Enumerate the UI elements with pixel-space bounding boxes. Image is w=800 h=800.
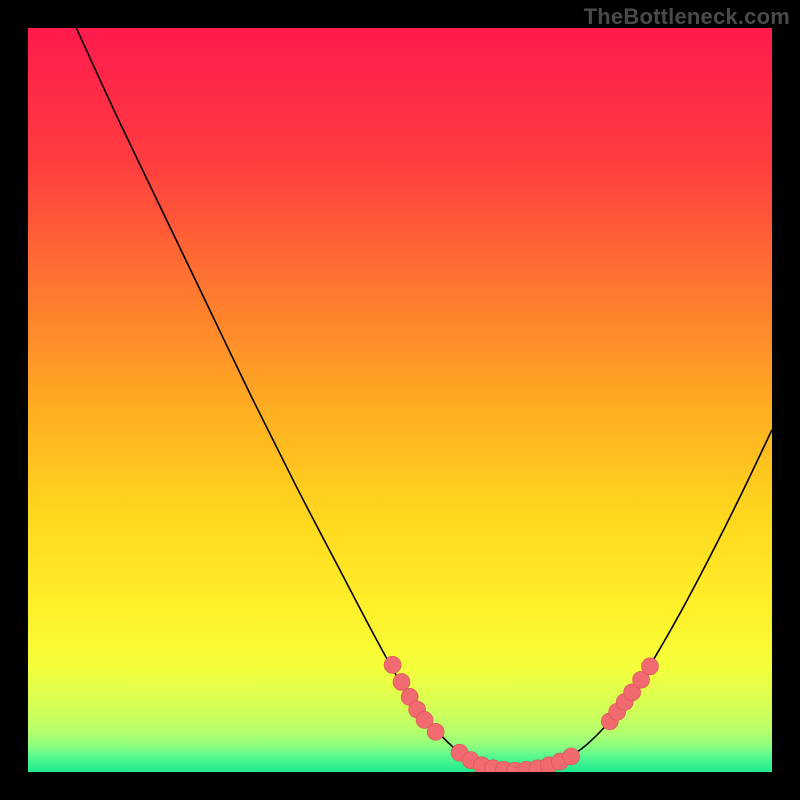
curve-marker <box>563 748 580 765</box>
watermark-text: TheBottleneck.com <box>584 4 790 30</box>
bottleneck-chart <box>28 28 772 772</box>
curve-marker <box>393 673 410 690</box>
plot-area <box>28 28 772 772</box>
curve-marker <box>427 723 444 740</box>
curve-marker <box>641 658 658 675</box>
curve-marker <box>384 656 401 673</box>
app-frame: TheBottleneck.com <box>0 0 800 800</box>
